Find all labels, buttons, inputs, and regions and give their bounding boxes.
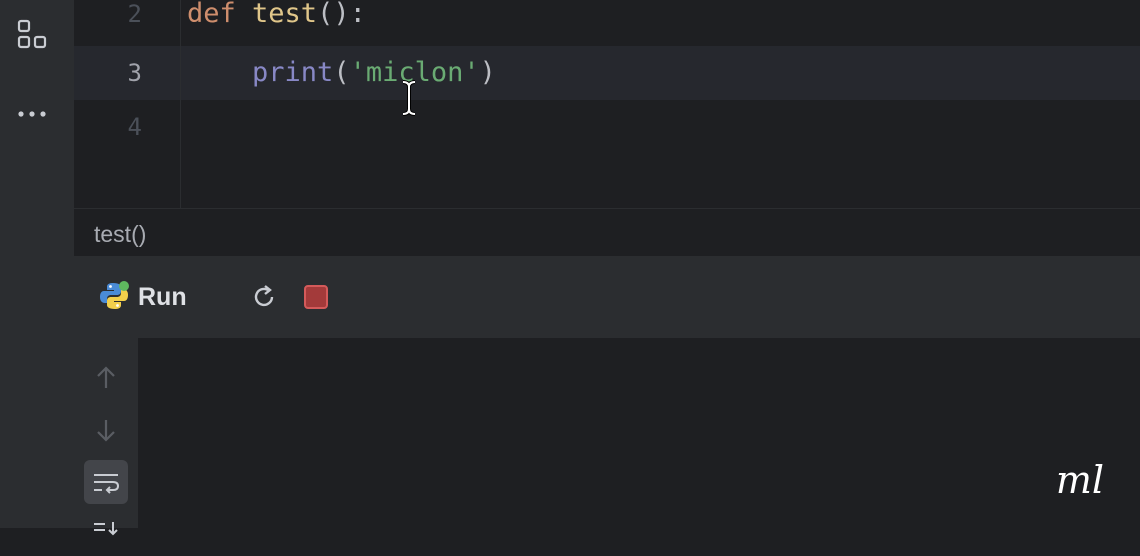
scroll-to-end-icon[interactable] bbox=[84, 512, 128, 556]
arrow-up-icon[interactable] bbox=[84, 356, 128, 400]
code-line-3[interactable]: 3 print('miclon') bbox=[74, 46, 1140, 100]
line-number: 3 bbox=[127, 59, 142, 87]
console-output[interactable] bbox=[138, 338, 1140, 528]
punctuation: ) bbox=[479, 57, 496, 88]
punctuation: (): bbox=[317, 0, 366, 29]
function-name: test bbox=[252, 0, 318, 29]
run-panel-title[interactable]: Run bbox=[138, 283, 187, 312]
line-code[interactable]: def test(): bbox=[187, 0, 366, 34]
rerun-icon[interactable] bbox=[250, 283, 278, 316]
console-toolbar bbox=[74, 338, 138, 536]
line-number: 4 bbox=[127, 113, 142, 141]
arrow-down-icon[interactable] bbox=[84, 408, 128, 452]
punctuation: ( bbox=[333, 57, 350, 88]
structure-icon[interactable] bbox=[12, 14, 52, 54]
run-panel-header: Run bbox=[74, 256, 1140, 338]
line-number: 2 bbox=[127, 0, 142, 28]
breadcrumb-bar: test() bbox=[74, 208, 1140, 257]
code-editor[interactable]: 2 def test(): 3 print('miclon') 4 bbox=[74, 0, 1140, 208]
line-code[interactable]: print('miclon') bbox=[187, 46, 496, 100]
gutter-separator bbox=[180, 0, 181, 208]
code-line-2[interactable]: 2 def test(): bbox=[74, 0, 1140, 48]
stop-icon[interactable] bbox=[302, 283, 330, 316]
breadcrumb[interactable]: test() bbox=[94, 221, 146, 248]
keyword-def: def bbox=[187, 0, 253, 29]
python-icon bbox=[98, 280, 130, 317]
soft-wrap-icon[interactable] bbox=[84, 460, 128, 504]
code-line-4[interactable]: 4 bbox=[74, 100, 1140, 154]
left-tool-sidebar bbox=[0, 0, 74, 528]
text-cursor-icon bbox=[401, 80, 417, 121]
builtin-print: print bbox=[252, 57, 334, 88]
more-icon[interactable] bbox=[12, 94, 52, 134]
watermark: ml bbox=[1055, 458, 1104, 502]
